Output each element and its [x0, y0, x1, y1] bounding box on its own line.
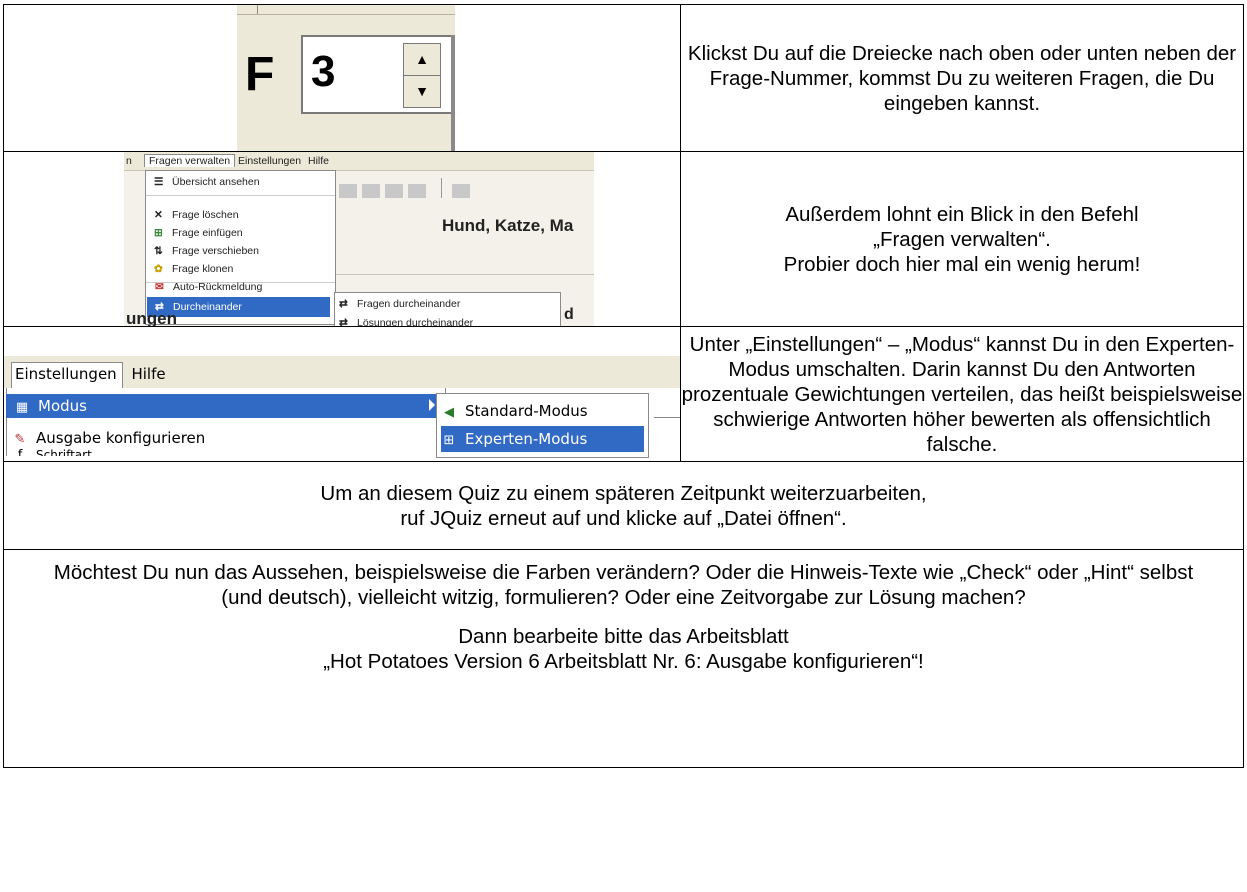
- durcheinander-submenu: ⇄ Fragen durcheinander ⇄ Lösungen durchein…: [334, 292, 561, 327]
- move-icon: ⇅: [154, 245, 163, 257]
- menu-bar: n Fragen verwalten Einstellungen Hilfe: [124, 152, 594, 171]
- question-number-field[interactable]: 3 ▲ ▼: [301, 35, 455, 114]
- next-steps-paragraph: Möchtest Du nun das Aussehen, beispielsw…: [53, 561, 1194, 609]
- toolbar-icons: [339, 177, 584, 205]
- next-steps: Möchtest Du nun das Aussehen, beispielsw…: [3, 549, 1244, 768]
- shuffle-icon: ⇄: [339, 317, 348, 327]
- submenu-item-fragen[interactable]: ⇄ Fragen durcheinander: [339, 295, 460, 313]
- text-line: Probier doch hier mal ein wenig herum!: [783, 252, 1141, 276]
- shuffle-icon: ⇄: [339, 298, 348, 310]
- fragen-verwalten-menu-screenshot: n Fragen verwalten Einstellungen Hilfe H…: [124, 152, 594, 327]
- menu-einstellungen[interactable]: Einstellungen: [238, 155, 301, 167]
- expert-mode-icon: ⊞: [443, 433, 455, 448]
- resume-instructions: Um an diesem Quiz zu einem späteren Zeit…: [3, 461, 1244, 550]
- text-line: „Fragen verwalten“.: [873, 227, 1051, 251]
- feedback-icon: ✉: [155, 281, 164, 293]
- tab-fragment: ungen: [126, 309, 177, 327]
- question-up-button[interactable]: ▲: [403, 43, 441, 76]
- question-down-button[interactable]: ▼: [403, 75, 441, 108]
- menu-item-uebersicht[interactable]: ☰ Übersicht ansehen: [154, 173, 260, 191]
- font-icon: f: [17, 448, 23, 457]
- fragen-verwalten-explanation: Außerdem lohnt ein Blick in den Befehl „…: [680, 151, 1244, 327]
- menu-einstellungen[interactable]: Einstellungen: [11, 362, 123, 389]
- panel-divider: [451, 35, 455, 151]
- mode-icon: ▦: [15, 400, 29, 415]
- menu-item-ausgabe-konfigurieren[interactable]: ✎ Ausgabe konfigurieren: [12, 426, 206, 450]
- worksheet-reference: „Hot Potatoes Version 6 Arbeitsblatt Nr.…: [323, 650, 924, 673]
- question-number-value: 3: [311, 47, 336, 96]
- table-row: Möchtest Du nun das Aussehen, beispielsw…: [3, 549, 1244, 768]
- text-line: Um an diesem Quiz zu einem späteren Zeit…: [320, 481, 927, 505]
- table-row: Um an diesem Quiz zu einem späteren Zeit…: [3, 461, 1244, 550]
- standard-mode-icon: ◀: [444, 405, 454, 420]
- menu-item-frage-einfuegen[interactable]: ⊞ Frage einfügen: [154, 224, 243, 242]
- menu-bar: Einstellungen Hilfe: [4, 356, 680, 389]
- menu-item-modus[interactable]: ▦ Modus: [6, 394, 442, 418]
- question-label: F: [245, 48, 275, 101]
- text-line: ruf JQuiz erneut auf und klicke auf „Dat…: [400, 506, 847, 530]
- submenu-item-standard-modus[interactable]: ◀ Standard-Modus: [441, 398, 644, 424]
- modus-menu-screenshot: Einstellungen Hilfe ▦ Modus ✎ Ausgabe konf…: [4, 356, 680, 458]
- triangle-down-icon: ▼: [415, 83, 429, 99]
- text-line: Dann bearbeite bitte das Arbeitsblatt: [458, 625, 789, 648]
- modus-explanation: Unter „Einstellungen“ – „Modus“ kannst D…: [680, 326, 1244, 462]
- question-number-panel: F 3 ▲ ▼: [237, 5, 455, 151]
- worksheet: F 3 ▲ ▼ Klickst Du auf die Dreiecke nach…: [3, 4, 1244, 768]
- triangle-up-icon: ▲: [415, 51, 429, 67]
- menu-item-schriftart[interactable]: f Schriftart: [12, 448, 92, 456]
- text-line: Außerdem lohnt ein Blick in den Befehl: [785, 202, 1139, 226]
- delete-icon: ✕: [154, 209, 163, 221]
- menu-item-frage-klonen[interactable]: ✿ Frage klonen: [154, 260, 233, 278]
- menu-fragen-verwalten[interactable]: Fragen verwalten: [144, 154, 236, 167]
- spinner-screenshot: F 3 ▲ ▼: [3, 4, 681, 152]
- table-row: n Fragen verwalten Einstellungen Hilfe H…: [3, 151, 1244, 327]
- modus-submenu: ◀ Standard-Modus ⊞ Experten-Modus: [436, 393, 649, 458]
- menu-item-fragment[interactable]: n: [126, 155, 132, 167]
- fragen-verwalten-screenshot: n Fragen verwalten Einstellungen Hilfe H…: [3, 151, 681, 327]
- quiz-title-fragment: Hund, Katze, Ma: [442, 216, 574, 235]
- submenu-item-experten-modus[interactable]: ⊞ Experten-Modus: [441, 426, 644, 452]
- table-row: Einstellungen Hilfe ▦ Modus ✎ Ausgabe konf…: [3, 326, 1244, 462]
- menu-item-frage-loeschen[interactable]: ✕ Frage löschen: [154, 206, 239, 224]
- insert-icon: ⊞: [154, 227, 163, 239]
- instruction-table: F 3 ▲ ▼ Klickst Du auf die Dreiecke nach…: [3, 4, 1244, 768]
- tab-fragment-right: d: [564, 306, 574, 323]
- menu-hilfe[interactable]: Hilfe: [131, 365, 165, 383]
- submenu-arrow-icon: [429, 399, 435, 411]
- menu-item-frage-verschieben[interactable]: ⇅ Frage verschieben: [154, 242, 259, 260]
- table-row: F 3 ▲ ▼ Klickst Du auf die Dreiecke nach…: [3, 4, 1244, 152]
- modus-screenshot: Einstellungen Hilfe ▦ Modus ✎ Ausgabe konf…: [3, 326, 681, 462]
- menu-item-auto-rueckmeldung-label[interactable]: ✉ Auto-Rückmeldung: [155, 278, 262, 296]
- clone-icon: ✿: [154, 263, 163, 275]
- spinner-explanation: Klickst Du auf die Dreiecke nach oben od…: [680, 4, 1244, 152]
- list-icon: ☰: [154, 176, 164, 188]
- menu-hilfe[interactable]: Hilfe: [308, 155, 329, 167]
- submenu-item-loesungen[interactable]: ⇄ Lösungen durcheinander: [339, 314, 473, 327]
- toolbar-strip: [237, 5, 455, 15]
